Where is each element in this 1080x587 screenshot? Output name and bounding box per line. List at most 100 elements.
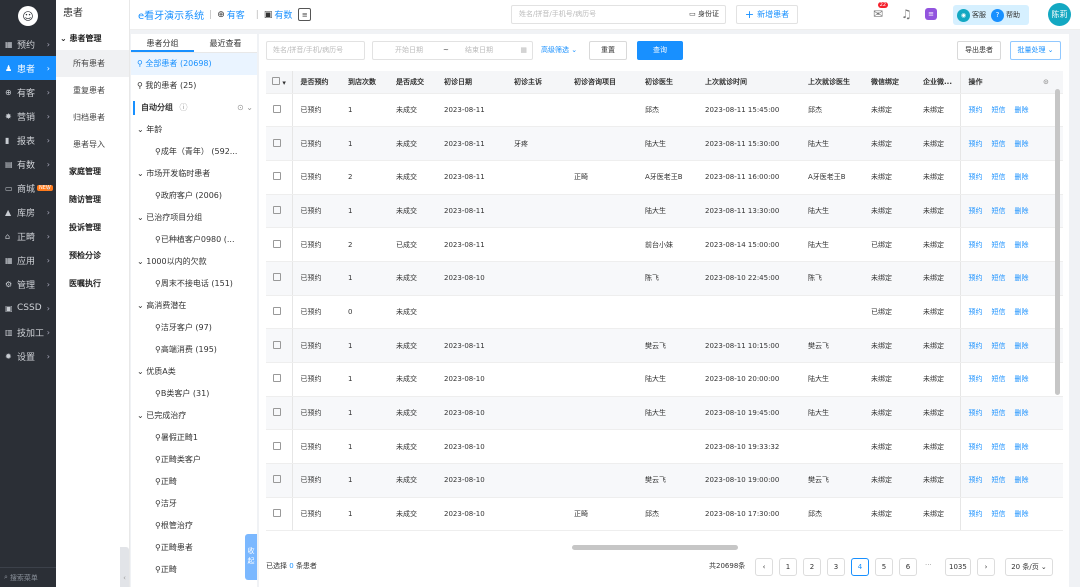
row-select-cell[interactable] bbox=[266, 93, 293, 128]
nav-item-3[interactable]: ✸ 营销 › bbox=[0, 104, 56, 128]
row-checkbox[interactable] bbox=[273, 104, 281, 113]
panel-drag-handle[interactable]: ‹ bbox=[120, 547, 129, 587]
table-row[interactable]: 已预约 1 未成交 2023-08-11 陆大生 2023-08-11 13:30:00 陆… bbox=[266, 194, 1063, 229]
send-sms-link[interactable]: 短信 bbox=[992, 241, 1006, 249]
row-checkbox[interactable] bbox=[273, 172, 281, 181]
bell-icon[interactable]: ♫ bbox=[901, 7, 912, 21]
row-checkbox[interactable] bbox=[273, 138, 281, 147]
add-patient-button[interactable]: + 新增患者 bbox=[736, 5, 798, 24]
page-button[interactable]: 1035 bbox=[945, 558, 971, 576]
table-row[interactable]: 已预约 1 未成交 2023-08-10 樊云飞 2023-08-10 19:00:00 樊… bbox=[266, 463, 1063, 498]
patient-search-input[interactable]: 姓名/拼音/手机/病历号 bbox=[266, 41, 365, 60]
subnav-item[interactable]: 患者导入 bbox=[56, 131, 129, 158]
row-checkbox[interactable] bbox=[273, 374, 281, 383]
book-appointment-link[interactable]: 预约 bbox=[969, 443, 983, 451]
subnav-item[interactable]: 归档患者 bbox=[56, 104, 129, 131]
row-checkbox[interactable] bbox=[273, 239, 281, 248]
table-row[interactable]: 已预约 1 未成交 2023-08-11 樊云飞 2023-08-11 10:15:00 樊… bbox=[266, 328, 1063, 363]
page-button[interactable]: 2 bbox=[803, 558, 821, 576]
horizontal-scrollbar[interactable] bbox=[572, 545, 738, 550]
book-appointment-link[interactable]: 预约 bbox=[969, 173, 983, 181]
delete-link[interactable]: 删除 bbox=[1015, 375, 1029, 383]
tab-recently-viewed[interactable]: 最近查看 bbox=[194, 34, 257, 52]
nav-item-2[interactable]: ⊕ 有客 › bbox=[0, 80, 56, 104]
send-sms-link[interactable]: 短信 bbox=[992, 409, 1006, 417]
table-row[interactable]: 已预约 1 未成交 2023-08-10 2023-08-10 19:33:32 未绑定未… bbox=[266, 429, 1063, 465]
table-row[interactable]: 已预约 2 已成交 2023-08-11 前台小妹 2023-08-14 15:00:00… bbox=[266, 227, 1063, 262]
delete-link[interactable]: 删除 bbox=[1015, 173, 1029, 181]
app-logo[interactable]: ☺ bbox=[0, 0, 56, 32]
row-select-cell[interactable] bbox=[266, 126, 293, 161]
table-row[interactable]: 已预约 0 未成交 已绑定 未绑定 预约 短信 删除 bbox=[266, 295, 1063, 330]
row-checkbox[interactable] bbox=[273, 306, 281, 315]
row-select-cell[interactable] bbox=[266, 362, 293, 397]
nav-item-4[interactable]: ▮ 报表 › bbox=[0, 128, 56, 152]
group-tree-item[interactable]: ⌄ 已完成治疗 bbox=[131, 405, 257, 427]
send-sms-link[interactable]: 短信 bbox=[992, 106, 1006, 114]
row-select-cell[interactable] bbox=[266, 396, 293, 431]
book-appointment-link[interactable]: 预约 bbox=[969, 342, 983, 350]
table-row[interactable]: 已预约 1 未成交 2023-08-10 陆大生 2023-08-10 19:45:00 陆… bbox=[266, 396, 1063, 431]
subnav-group[interactable]: 投诉管理 bbox=[56, 214, 129, 242]
row-select-cell[interactable] bbox=[266, 463, 293, 498]
send-sms-link[interactable]: 短信 bbox=[992, 173, 1006, 181]
row-select-cell[interactable] bbox=[266, 429, 293, 465]
book-appointment-link[interactable]: 预约 bbox=[969, 510, 983, 518]
auto-group-header[interactable]: 自动分组 ⓘ ⊙ ⌄ bbox=[131, 97, 257, 119]
page-button[interactable]: 3 bbox=[827, 558, 845, 576]
help-icon[interactable]: ? bbox=[991, 8, 1004, 22]
prev-page-button[interactable]: ‹ bbox=[755, 558, 773, 576]
delete-link[interactable]: 删除 bbox=[1015, 106, 1029, 114]
batch-process-button[interactable]: 批量处理 ⌄ bbox=[1010, 41, 1061, 60]
nav-item-9[interactable]: ▦ 应用 › bbox=[0, 248, 56, 272]
send-sms-link[interactable]: 短信 bbox=[992, 140, 1006, 148]
send-sms-link[interactable]: 短信 bbox=[992, 207, 1006, 215]
row-select-cell[interactable] bbox=[266, 497, 293, 532]
group-tree-item[interactable]: ⚲周末不接电话 (151) bbox=[131, 273, 257, 295]
row-checkbox[interactable] bbox=[273, 475, 281, 484]
group-tree-item[interactable]: ⚲成年（青年） (592... bbox=[131, 141, 257, 163]
subnav-group[interactable]: 医嘱执行 bbox=[56, 270, 129, 298]
row-checkbox[interactable] bbox=[273, 340, 281, 349]
subnav-group[interactable]: 家庭管理 bbox=[56, 158, 129, 186]
page-button[interactable]: 1 bbox=[779, 558, 797, 576]
row-select-cell[interactable] bbox=[266, 227, 293, 262]
group-tree-item[interactable]: ⌄ 高消费潜在 bbox=[131, 295, 257, 317]
group-tree-item[interactable]: ⚲正畸类客户 bbox=[131, 449, 257, 471]
tab-patient-groups[interactable]: 患者分组 bbox=[131, 34, 194, 52]
send-sms-link[interactable]: 短信 bbox=[992, 443, 1006, 451]
group-tree-item[interactable]: ⚲政府客户 (2006) bbox=[131, 185, 257, 207]
book-appointment-link[interactable]: 预约 bbox=[969, 106, 983, 114]
table-row[interactable]: 已预约 1 未成交 2023-08-11 牙疼 陆大生 2023-08-11 15:30:0… bbox=[266, 126, 1063, 161]
send-sms-link[interactable]: 短信 bbox=[992, 476, 1006, 484]
book-appointment-link[interactable]: 预约 bbox=[969, 476, 983, 484]
book-appointment-link[interactable]: 预约 bbox=[969, 308, 983, 316]
group-tree-item[interactable]: ⚲正畸 bbox=[131, 559, 257, 581]
all-patients-item[interactable]: ⚲ 全部患者 (20698) bbox=[131, 53, 257, 75]
collapse-panel-button[interactable]: 收起 bbox=[245, 534, 257, 580]
nav-item-6[interactable]: ▭ 商城 NEW › bbox=[0, 176, 56, 200]
table-row[interactable]: 已预约 2 未成交 2023-08-11 正畸 A牙医老王B 2023-08-11 16:0… bbox=[266, 160, 1063, 195]
query-button[interactable]: 查询 bbox=[637, 41, 683, 60]
delete-link[interactable]: 删除 bbox=[1015, 140, 1029, 148]
delete-link[interactable]: 删除 bbox=[1015, 409, 1029, 417]
nav-item-13[interactable]: ✹ 设置 › bbox=[0, 344, 56, 368]
group-tree-item[interactable]: ⌄ 已治疗项目分组 bbox=[131, 207, 257, 229]
group-tree-item[interactable]: ⚲根管治疗 bbox=[131, 515, 257, 537]
chevron-down-icon[interactable]: ▾ bbox=[280, 79, 286, 87]
group-tree-item[interactable]: ⌄ 1000以内的欠款 bbox=[131, 251, 257, 273]
delete-link[interactable]: 删除 bbox=[1015, 274, 1029, 282]
table-row[interactable]: 已预约 1 未成交 2023-08-10 陆大生 2023-08-10 20:00:00 陆… bbox=[266, 362, 1063, 397]
vertical-scrollbar[interactable] bbox=[1055, 89, 1060, 395]
book-appointment-link[interactable]: 预约 bbox=[969, 274, 983, 282]
row-checkbox[interactable] bbox=[273, 273, 281, 282]
row-checkbox[interactable] bbox=[273, 408, 281, 417]
group-tree-item[interactable]: ⌄ 年龄 bbox=[131, 119, 257, 141]
send-sms-link[interactable]: 短信 bbox=[992, 308, 1006, 316]
book-appointment-link[interactable]: 预约 bbox=[969, 140, 983, 148]
subnav-item[interactable]: 重复患者 bbox=[56, 77, 129, 104]
delete-link[interactable]: 删除 bbox=[1015, 443, 1029, 451]
row-select-cell[interactable] bbox=[266, 261, 293, 296]
row-select-cell[interactable] bbox=[266, 328, 293, 363]
global-search-input[interactable]: 姓名/拼音/手机号/病历号 ▭ 身份证 bbox=[511, 5, 726, 24]
